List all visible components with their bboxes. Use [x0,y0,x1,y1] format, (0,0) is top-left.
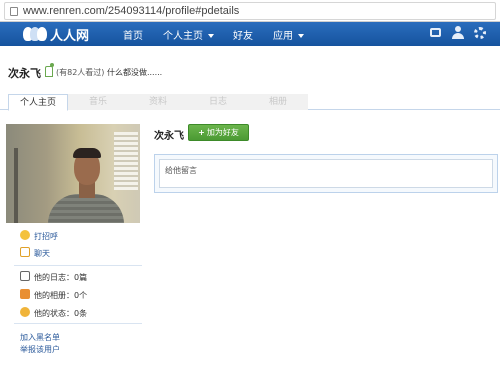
avatar[interactable] [6,124,140,223]
tab-home[interactable]: 个人主页 [8,94,68,111]
nav-friends[interactable]: 好友 [233,27,253,42]
logo-text: 人人网 [50,28,90,44]
message-placeholder: 给他留言 [165,166,197,175]
profile-tabs: 个人主页 音乐 资料 日志 相册 [0,94,500,111]
chat-icon [20,247,30,257]
main-profile-name: 次永飞 [154,131,184,142]
tab-info[interactable]: 资料 [128,94,188,110]
message-icon[interactable] [430,28,441,37]
sidebar-divider [14,265,142,266]
chevron-down-icon [208,34,214,38]
chat-link[interactable]: 聊天 [34,248,50,259]
blacklist-link[interactable]: 加入黑名单 [20,332,60,343]
url-field[interactable]: www.renren.com/254093114/profile#pdetail… [4,2,496,20]
stat-album[interactable]: 他的相册：0个 [34,290,87,301]
greet-icon [20,230,30,240]
album-icon [20,289,30,299]
url-text[interactable]: www.renren.com/254093114/profile#pdetail… [23,5,239,17]
tab-blog[interactable]: 日志 [188,94,248,110]
status-update-icon [45,63,54,77]
profile-name: 次永飞 [8,67,41,80]
blog-icon [20,271,30,281]
site-logo[interactable]: 人人网 [22,24,89,44]
message-input[interactable]: 给他留言 [159,159,493,188]
plus-icon: + [198,128,205,137]
friend-request-icon[interactable] [452,26,464,40]
profile-views: (有82人看过) 什么都没做...... [56,67,162,78]
views-count: (有82人看过) [56,68,105,77]
stat-status[interactable]: 他的状态：0条 [34,308,87,319]
nav-apps[interactable]: 应用 [273,27,304,42]
greet-link[interactable]: 打招呼 [34,231,58,242]
status-text: 什么都没做...... [106,68,163,77]
page-icon [10,7,18,16]
report-user-link[interactable]: 举报该用户 [20,344,60,355]
sidebar-divider [14,323,142,324]
browser-address-bar: www.renren.com/254093114/profile#pdetail… [0,0,500,22]
settings-icon[interactable] [474,27,486,39]
tab-music[interactable]: 音乐 [68,94,128,110]
tab-album[interactable]: 相册 [248,94,308,110]
message-board: 给他留言 [154,154,498,193]
add-friend-button[interactable]: + 加为好友 [188,124,249,141]
logo-icon [22,26,48,42]
top-nav: 人人网 首页 个人主页 好友 应用 [0,22,500,46]
chevron-down-icon [298,34,304,38]
stat-blog[interactable]: 他的日志：0篇 [34,272,87,283]
nav-profile[interactable]: 个人主页 [163,27,214,42]
status-icon [20,307,30,317]
nav-home[interactable]: 首页 [123,27,143,42]
